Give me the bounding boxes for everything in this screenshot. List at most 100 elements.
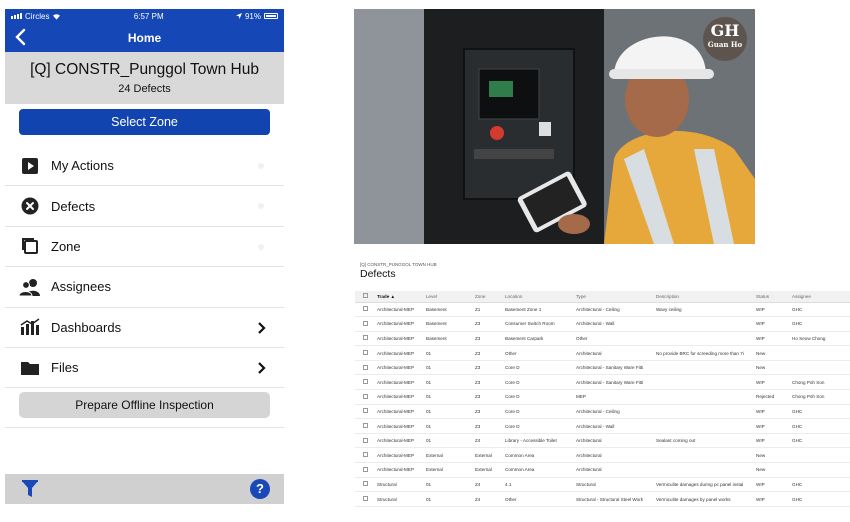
column-header-location[interactable]: Location [505,291,576,303]
cell-type: Architectural [576,462,656,478]
row-checkbox[interactable] [355,462,377,478]
cell-location: Other [505,345,576,361]
cell-zone: Z4 [475,491,505,507]
cell-level: External [426,447,475,464]
cell-trade: Architectural-MEP [377,374,426,391]
table-row[interactable]: Architectural-MEP 01 Z3 Core D Architectural… [355,374,850,391]
logo-mark: GH [710,21,740,40]
cell-status: New [756,447,792,464]
column-header-zone[interactable]: Zone [475,291,505,303]
copy-square-icon [19,235,41,257]
carrier-name: Circles [25,11,50,21]
table-row[interactable]: Architectural-MEP Basement Z3 Basement Carp… [355,331,850,347]
cell-status: WIP [756,374,792,391]
table-row[interactable]: Architectural-MEP External External Common … [355,447,850,464]
table-row[interactable]: Architectural-MEP 01 Z3 Core D Architectural… [355,360,850,376]
cell-zone: Z3 [475,389,505,405]
row-checkbox[interactable] [355,404,377,420]
table-row[interactable]: Architectural-MEP 01 Z4 Library - Accessibl… [355,433,850,449]
cell-type: Architectural - Sanitary Ware Fitti [576,360,656,376]
cell-location: Core D [505,389,576,405]
cell-trade: Architectural-MEP [377,447,426,464]
cell-trade: Structural [377,491,426,507]
filter-icon[interactable] [22,480,38,498]
menu-item-label: Dashboards [51,319,122,335]
cell-zone: External [475,462,505,478]
row-checkbox[interactable] [355,374,377,391]
cell-trade: Architectural-MEP [377,404,426,420]
row-checkbox[interactable] [355,302,377,318]
menu-item-assignees[interactable]: Assignees [5,267,284,308]
column-header-trade[interactable]: Trade ▲ [377,291,426,303]
table-row[interactable]: Structural 01 Z4 Other Structural - Structur… [355,491,850,507]
help-button[interactable]: ? [250,479,270,499]
bottom-toolbar: ? [5,474,284,504]
cell-assignee: GHC [792,404,850,420]
cell-trade: Structural [377,477,426,493]
cell-zone: Z3 [475,360,505,376]
menu-item-label: Assignees [51,279,111,295]
x-circle-icon [19,195,41,217]
cell-type: Architectural - Ceiling [576,404,656,420]
cell-assignee [792,462,850,478]
table-row[interactable]: Architectural-MEP 01 Z3 Core D MEP Rejected Ch… [355,389,850,405]
table-row[interactable]: Structural 01 Z4 4.1 Structural Vermiculite d… [355,477,850,493]
column-header-type[interactable]: Type [576,291,656,303]
table-row[interactable]: Architectural-MEP Basement Z3 Consumer Swit… [355,316,850,332]
row-checkbox[interactable] [355,331,377,347]
cell-status: New [756,345,792,361]
row-checkbox[interactable] [355,491,377,507]
cell-description [656,389,756,405]
prepare-offline-inspection-button[interactable]: Prepare Offline Inspection [19,392,270,418]
row-checkbox[interactable] [355,360,377,376]
project-label: [Q] CONSTR_PUNGGOL TOWN HUB [360,262,437,267]
cell-type: Architectural - Ceiling [576,302,656,318]
row-checkbox[interactable] [355,447,377,464]
menu-item-label: Files [51,360,79,376]
menu-item-my-actions[interactable]: My Actions [5,146,284,187]
table-row[interactable]: Architectural-MEP 01 Z3 Other Architectural N… [355,345,850,361]
row-checkbox[interactable] [355,418,377,434]
column-header-status[interactable]: Status [756,291,792,303]
cell-location: 4.1 [505,477,576,493]
cell-trade: Architectural-MEP [377,360,426,376]
table-row[interactable]: Architectural-MEP External External Common … [355,462,850,478]
cell-zone: Z3 [475,331,505,347]
table-row[interactable]: Architectural-MEP Basement Z1 Basement Zone… [355,302,850,318]
column-header-assignee[interactable]: Assignee [792,291,850,303]
row-indicator [258,163,264,169]
table-row[interactable]: Architectural-MEP 01 Z3 Core D Architectural… [355,404,850,420]
row-checkbox[interactable] [355,477,377,493]
row-checkbox[interactable] [355,316,377,332]
cell-level: External [426,462,475,478]
column-header-description[interactable]: Description [656,291,756,303]
cell-trade: Architectural-MEP [377,316,426,332]
cell-level: 01 [426,433,475,449]
cell-status: New [756,462,792,478]
cell-assignee [792,345,850,361]
menu-item-zone[interactable]: Zone [5,227,284,268]
cell-status: New [756,360,792,376]
cell-zone: Z4 [475,477,505,493]
menu-item-label: My Actions [51,158,114,174]
logo-text: Guan Ho [707,40,743,49]
menu-item-dashboards[interactable]: Dashboards [5,308,284,348]
cell-zone: External [475,447,505,464]
row-checkbox[interactable] [355,345,377,361]
status-bar: Circles 6:57 PM 91% [5,9,284,23]
cell-assignee: GHC [792,477,850,493]
column-header-level[interactable]: Level [426,291,475,303]
select-all-checkbox[interactable] [355,291,377,303]
cell-location: Core D [505,418,576,434]
cell-location: Basement Carpark [505,331,576,347]
back-chevron-icon[interactable] [13,27,29,47]
row-checkbox[interactable] [355,389,377,405]
select-zone-button[interactable]: Select Zone [19,109,270,135]
menu-item-defects[interactable]: Defects [5,186,284,227]
menu-item-files[interactable]: Files [5,348,284,389]
cell-location: Library - Accessible Toilet [505,433,576,449]
table-row[interactable]: Architectural-MEP 01 Z3 Core D Architectural… [355,418,850,434]
row-checkbox[interactable] [355,433,377,449]
cell-level: 01 [426,418,475,434]
cell-level: 01 [426,477,475,493]
